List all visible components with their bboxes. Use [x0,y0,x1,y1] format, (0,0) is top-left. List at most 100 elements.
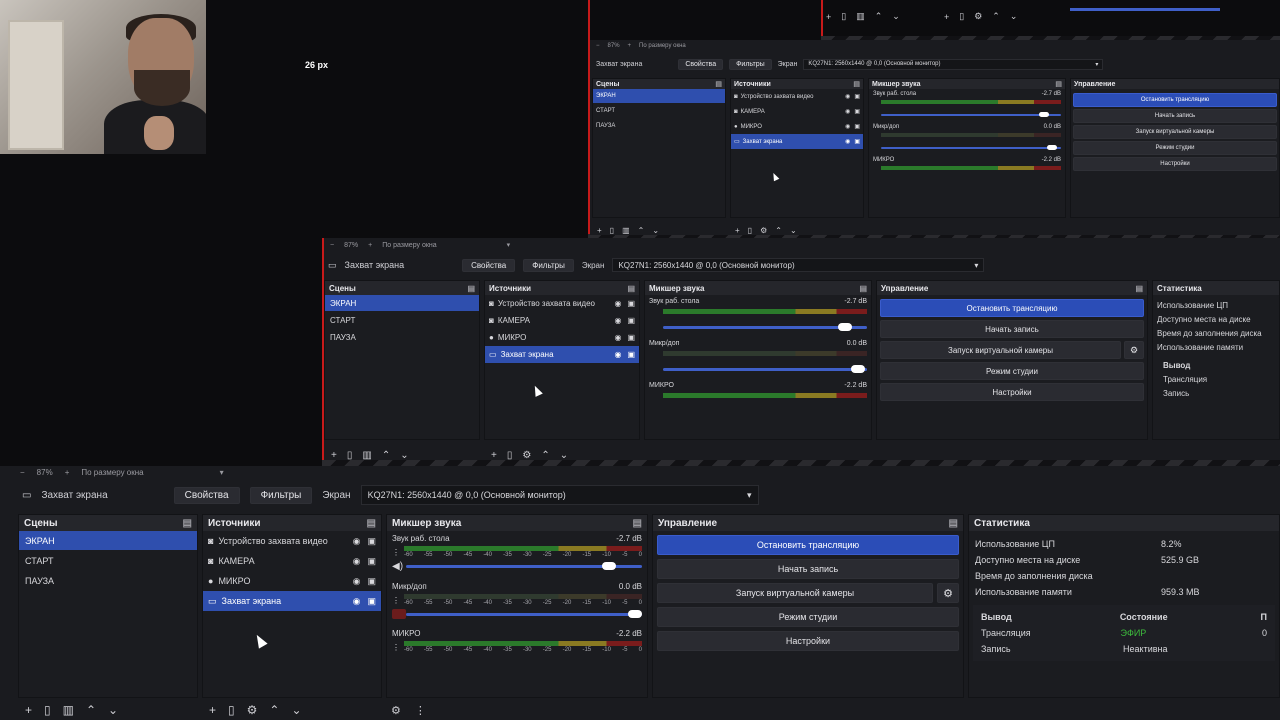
filters-button[interactable]: Фильтры [729,58,772,70]
slider-knob[interactable] [627,609,642,618]
down-icon[interactable]: ⌄ [790,226,797,235]
more-icon[interactable]: ⋮ [415,704,426,717]
scene-item-start[interactable]: СТАРТ [593,103,725,118]
properties-button[interactable]: Свойства [462,258,516,272]
down-icon[interactable]: ⌄ [652,226,659,235]
add-icon[interactable]: + [209,703,216,717]
advanced-audio-icon[interactable]: ⚙ [391,704,401,717]
minus-icon[interactable]: − [596,43,600,49]
lock-icon[interactable]: ▣ [367,576,376,587]
source-item[interactable]: ▭ Захват экрана ◉ ▣ [731,134,863,149]
add-icon[interactable]: + [491,450,497,461]
slider-knob[interactable] [1046,145,1057,150]
up-icon[interactable]: ⌃ [86,703,96,717]
scene-item-pause[interactable]: ПАУЗА [325,329,479,346]
gear-icon[interactable]: ⚙ [974,11,982,22]
settings-button[interactable]: Настройки [880,383,1144,401]
eye-icon[interactable]: ◉ [614,299,621,308]
fit-label[interactable]: По размеру окна [81,468,143,477]
trash-icon[interactable]: ▯ [44,703,51,717]
down-icon[interactable]: ⌄ [1010,11,1018,22]
eye-icon[interactable]: ◉ [614,333,621,342]
start-record-button[interactable]: Начать запись [657,559,959,579]
lock-icon[interactable]: ▣ [367,596,376,607]
volume-slider[interactable] [881,145,1061,150]
dock-menu-icon[interactable]: ▤ [627,284,635,293]
gear-icon[interactable]: ⚙ [1124,341,1144,359]
source-item[interactable]: ● МИКРО ◉ ▣ [485,329,639,346]
add-scene-icon[interactable]: + [597,226,602,235]
source-item[interactable]: ▭ Захват экрана ◉ ▣ [485,346,639,363]
scene-item-start[interactable]: СТАРТ [325,311,479,329]
up-icon[interactable]: ⌃ [541,450,549,461]
up-icon[interactable]: ⌃ [775,226,782,235]
virtual-cam-button[interactable]: Запуск виртуальной камеры [1073,125,1277,139]
dock-menu-icon[interactable]: ▤ [1135,284,1143,293]
up-icon[interactable]: ⌃ [382,450,390,461]
add-icon[interactable]: + [735,226,740,235]
speaker-icon[interactable]: ◀) [392,561,406,572]
slider-knob[interactable] [601,562,616,570]
settings-button[interactable]: Настройки [1073,157,1277,171]
stop-stream-button[interactable]: Остановить трансляцию [880,299,1144,317]
down-icon[interactable]: ⌄ [400,450,408,461]
studio-mode-button[interactable]: Режим студии [1073,141,1277,155]
dock-menu-icon[interactable]: ▤ [1055,80,1062,88]
plus-icon[interactable]: + [368,242,372,249]
dock-menu-icon[interactable]: ▤ [183,518,192,529]
settings-button[interactable]: Настройки [657,631,959,651]
up-icon[interactable]: ⌃ [875,11,883,22]
up-icon[interactable]: ⌃ [638,226,645,235]
filters-button[interactable]: Фильтры [249,486,313,504]
eye-icon[interactable]: ◉ [845,108,850,115]
eye-icon[interactable]: ◉ [353,556,361,567]
trash-icon[interactable]: ▯ [959,11,964,22]
properties-button[interactable]: Свойства [173,486,240,504]
volume-slider[interactable] [406,562,642,570]
filter-icon[interactable]: ▥ [622,226,630,235]
scene-item-ekran[interactable]: ЭКРАН [593,89,725,103]
down-icon[interactable]: ⌄ [291,703,301,717]
dock-menu-icon[interactable]: ▤ [633,518,642,529]
monitor-select[interactable]: KQ27N1: 2560x1440 @ 0,0 (Основной монито… [360,485,759,505]
source-item[interactable]: ◙ Устройство захвата видео ◉ ▣ [731,89,863,104]
scene-item-ekran[interactable]: ЭКРАН [19,531,197,550]
volume-slider[interactable] [663,365,867,373]
eye-icon[interactable]: ◉ [845,93,850,100]
source-item[interactable]: ◙ Устройство захвата видео ◉ ▣ [203,531,381,551]
source-item[interactable]: ▭ Захват экрана ◉ ▣ [203,591,381,611]
filter-icon[interactable]: ▥ [856,11,865,22]
lock-icon[interactable]: ▣ [854,123,860,130]
volume-slider[interactable] [406,609,642,618]
eye-icon[interactable]: ◉ [353,596,361,607]
down-icon[interactable]: ⌄ [892,11,900,22]
eye-icon[interactable]: ◉ [845,123,850,130]
plus-icon[interactable]: + [65,468,70,477]
lock-icon[interactable]: ▣ [627,316,635,325]
volume-slider[interactable] [663,323,867,331]
lock-icon[interactable]: ▣ [627,350,635,359]
fit-label[interactable]: По размеру окна [639,43,686,49]
dock-menu-icon[interactable]: ▤ [859,284,867,293]
monitor-select[interactable]: KQ27N1: 2560x1440 @ 0,0 (Основной монито… [803,58,1104,70]
volume-slider[interactable] [1070,8,1220,11]
lock-icon[interactable]: ▣ [627,299,635,308]
trash-icon[interactable]: ▯ [841,11,846,22]
add-icon[interactable]: + [944,12,949,22]
slider-knob[interactable] [1039,112,1050,117]
lock-icon[interactable]: ▣ [854,93,860,100]
source-item[interactable]: ◙ КАМЕРА ◉ ▣ [203,551,381,571]
more-icon[interactable]: ⋮ [392,643,404,652]
gear-icon[interactable]: ⚙ [522,450,531,461]
studio-mode-button[interactable]: Режим студии [880,362,1144,380]
dock-menu-icon[interactable]: ▤ [367,518,376,529]
source-item[interactable]: ● МИКРО ◉ ▣ [203,571,381,591]
up-icon[interactable]: ⌃ [992,11,1000,22]
slider-knob[interactable] [850,365,865,373]
mute-icon[interactable] [392,609,406,619]
scene-item-start[interactable]: СТАРТ [19,550,197,571]
start-record-button[interactable]: Начать запись [880,320,1144,338]
eye-icon[interactable]: ◉ [353,576,361,587]
add-scene-icon[interactable]: + [331,450,337,461]
filter-icon[interactable]: ▥ [63,703,74,717]
